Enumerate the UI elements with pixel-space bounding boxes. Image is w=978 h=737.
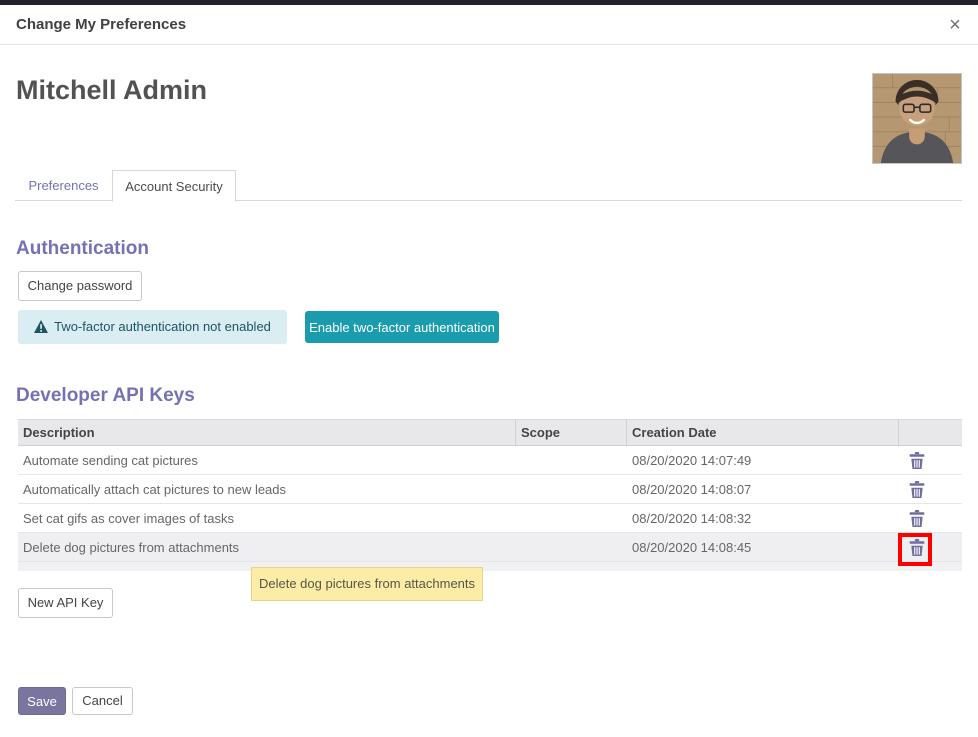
change-password-button[interactable]: Change password bbox=[18, 271, 142, 301]
table-header-row: Description Scope Creation Date bbox=[18, 419, 962, 446]
trash-icon[interactable] bbox=[909, 452, 925, 469]
user-name-heading: Mitchell Admin bbox=[16, 75, 207, 106]
warning-triangle-icon bbox=[34, 320, 48, 333]
authentication-heading: Authentication bbox=[16, 238, 149, 260]
close-icon[interactable]: × bbox=[944, 14, 966, 36]
table-row[interactable]: Delete dog pictures from attachments 08/… bbox=[18, 533, 962, 562]
cell-creation-date: 08/20/2020 14:08:45 bbox=[627, 540, 899, 555]
trash-icon[interactable] bbox=[909, 510, 925, 527]
new-api-key-button[interactable]: New API Key bbox=[18, 588, 113, 618]
table-row[interactable]: Automatically attach cat pictures to new… bbox=[18, 475, 962, 504]
cell-description: Delete dog pictures from attachments bbox=[18, 540, 516, 555]
trash-icon[interactable] bbox=[909, 539, 925, 556]
cell-description: Set cat gifs as cover images of tasks bbox=[18, 511, 516, 526]
enable-twofa-button[interactable]: Enable two-factor authentication bbox=[305, 311, 499, 343]
tab-account-security[interactable]: Account Security bbox=[112, 170, 236, 202]
column-header-description[interactable]: Description bbox=[18, 420, 516, 445]
user-avatar[interactable] bbox=[872, 73, 962, 164]
twofa-status-alert: Two-factor authentication not enabled bbox=[18, 310, 287, 344]
save-button[interactable]: Save bbox=[18, 687, 66, 715]
cancel-button[interactable]: Cancel bbox=[72, 687, 133, 715]
modal-header: Change My Preferences × bbox=[0, 5, 978, 45]
cell-description: Automate sending cat pictures bbox=[18, 453, 516, 468]
table-footer-strip bbox=[18, 562, 962, 571]
column-header-creation-date[interactable]: Creation Date bbox=[627, 420, 899, 445]
table-row[interactable]: Automate sending cat pictures 08/20/2020… bbox=[18, 446, 962, 475]
tab-preferences[interactable]: Preferences bbox=[15, 170, 112, 201]
api-keys-table: Description Scope Creation Date Automate… bbox=[18, 419, 962, 571]
cell-description: Automatically attach cat pictures to new… bbox=[18, 482, 516, 497]
cell-creation-date: 08/20/2020 14:07:49 bbox=[627, 453, 899, 468]
api-keys-heading: Developer API Keys bbox=[16, 385, 195, 407]
cell-creation-date: 08/20/2020 14:08:07 bbox=[627, 482, 899, 497]
twofa-status-text: Two-factor authentication not enabled bbox=[54, 319, 271, 334]
cell-creation-date: 08/20/2020 14:08:32 bbox=[627, 511, 899, 526]
user-photo-illustration bbox=[873, 74, 961, 163]
column-header-scope[interactable]: Scope bbox=[516, 420, 627, 445]
table-body: Automate sending cat pictures 08/20/2020… bbox=[18, 446, 962, 562]
modal-change-preferences: Change My Preferences × Mitchell Admin bbox=[0, 0, 978, 737]
table-row[interactable]: Set cat gifs as cover images of tasks 08… bbox=[18, 504, 962, 533]
column-header-actions bbox=[899, 420, 962, 445]
modal-title: Change My Preferences bbox=[16, 5, 186, 45]
trash-icon[interactable] bbox=[909, 481, 925, 498]
tooltip: Delete dog pictures from attachments bbox=[251, 567, 483, 601]
